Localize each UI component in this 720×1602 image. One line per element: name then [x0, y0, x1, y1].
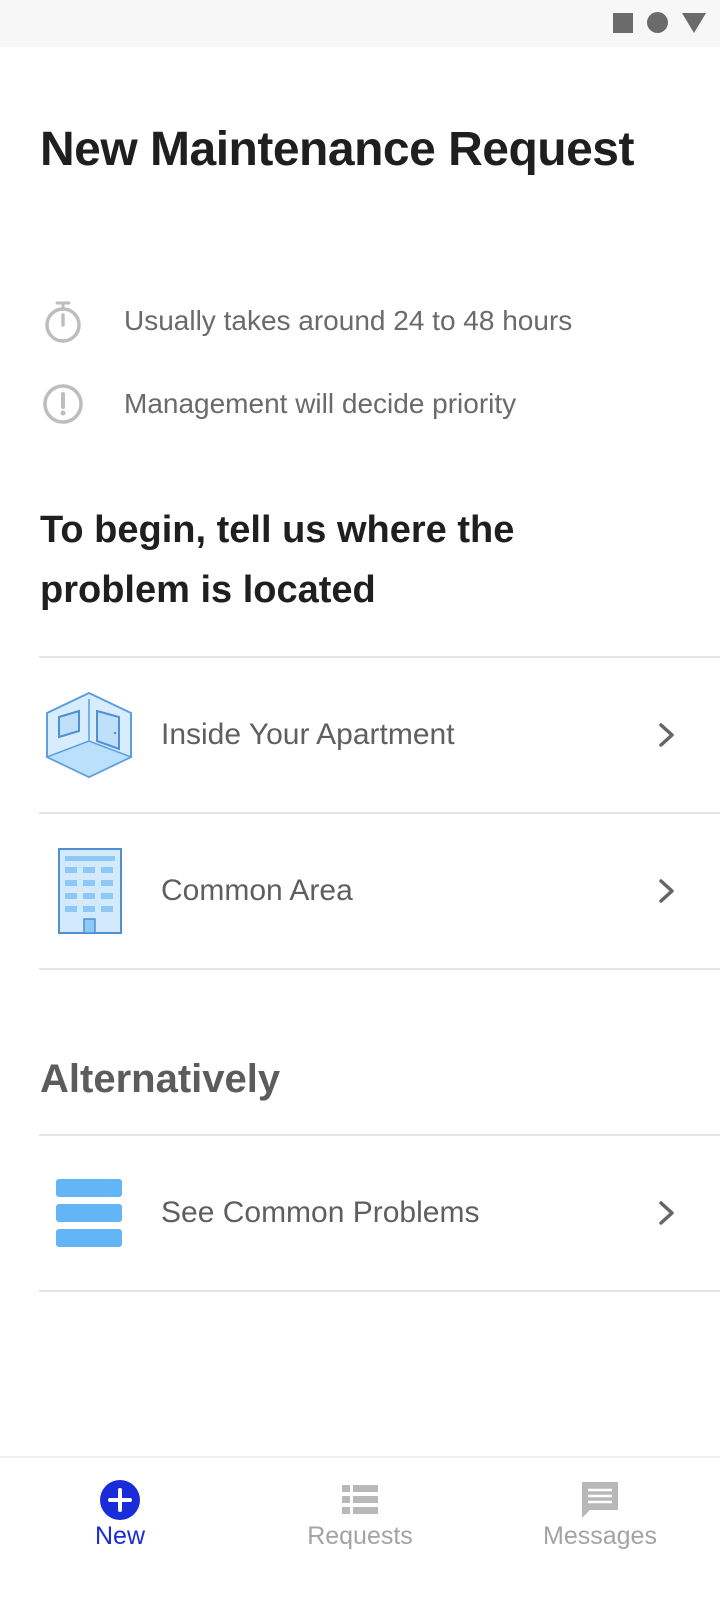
message-icon	[582, 1482, 618, 1518]
alternative-label: See Common Problems	[161, 1196, 480, 1229]
tab-new-label: New	[94, 1522, 145, 1550]
status-bar	[0, 0, 720, 47]
recent-apps-icon	[613, 12, 633, 33]
alternative-heading: Alternatively	[40, 1057, 281, 1101]
location-inside-apartment[interactable]: Inside Your Apartment	[39, 658, 720, 812]
building-icon	[58, 848, 122, 934]
tab-new[interactable]: New	[0, 1458, 240, 1602]
location-heading: To begin, tell us where the problem is l…	[40, 509, 515, 611]
bottom-nav: New Requests Messages	[0, 1456, 720, 1602]
home-icon	[647, 12, 668, 33]
location-label: Inside Your Apartment	[161, 718, 455, 751]
see-common-problems[interactable]: See Common Problems	[39, 1136, 720, 1290]
plus-circle-icon	[100, 1480, 140, 1520]
info-turnaround: Usually takes around 24 to 48 hours	[40, 296, 572, 346]
tab-messages[interactable]: Messages	[480, 1458, 720, 1602]
apartment-room-icon	[45, 691, 133, 779]
info-turnaround-text: Usually takes around 24 to 48 hours	[124, 305, 573, 336]
chevron-right-icon	[659, 879, 674, 903]
divider	[39, 968, 720, 970]
location-common-area[interactable]: Common Area	[39, 814, 720, 968]
chevron-right-icon	[659, 723, 674, 747]
exclamation-circle-icon	[43, 384, 83, 424]
tab-requests-label: Requests	[307, 1522, 413, 1550]
stopwatch-icon	[45, 301, 81, 343]
chevron-right-icon	[659, 1201, 674, 1225]
list-icon	[342, 1485, 378, 1514]
list-stack-icon	[56, 1179, 122, 1247]
tab-messages-label: Messages	[543, 1522, 657, 1550]
location-label: Common Area	[161, 874, 353, 907]
info-priority: Management will decide priority	[40, 379, 516, 429]
tab-requests[interactable]: Requests	[240, 1458, 480, 1602]
back-icon	[682, 12, 706, 33]
page-title: New Maintenance Request	[40, 123, 634, 176]
info-priority-text: Management will decide priority	[124, 388, 517, 419]
divider	[39, 1290, 720, 1292]
